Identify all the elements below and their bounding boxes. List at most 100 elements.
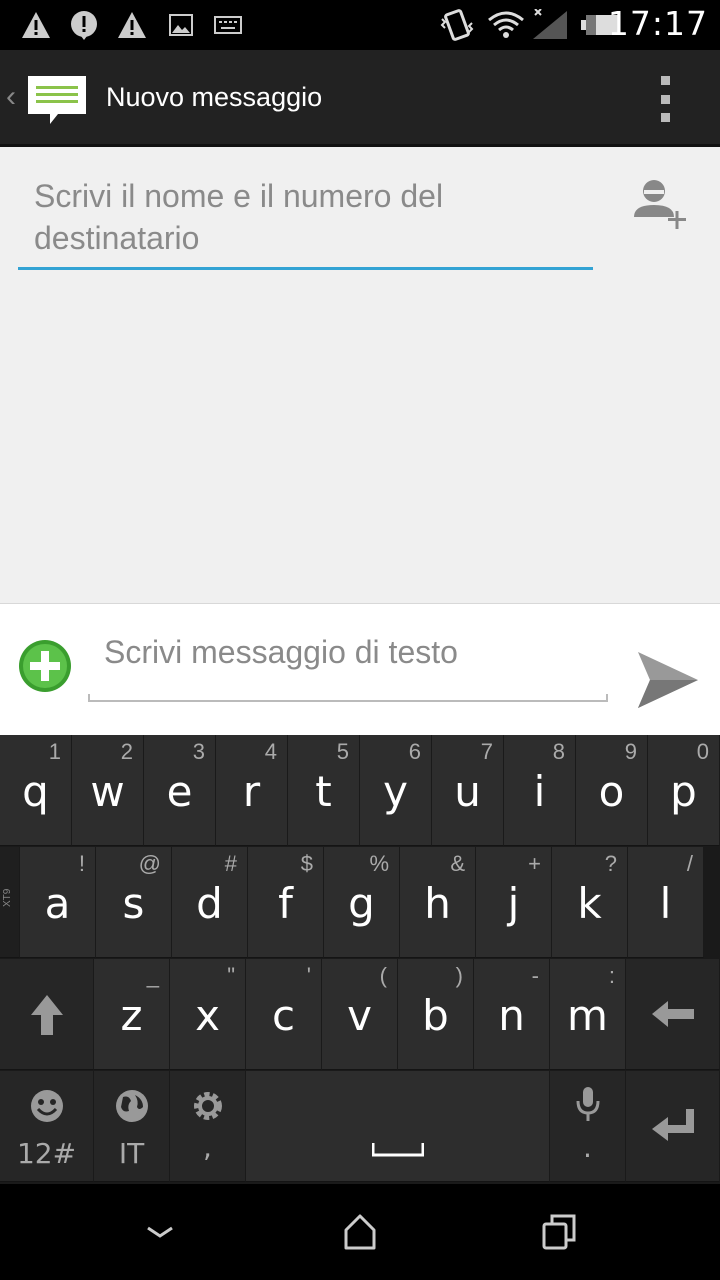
overflow-menu-icon[interactable]	[658, 76, 672, 122]
settings-key[interactable]: ,	[170, 1071, 246, 1182]
status-bar: 17:17	[0, 0, 720, 50]
voice-key[interactable]: .	[550, 1071, 626, 1182]
key-f[interactable]: $ f	[248, 847, 324, 958]
key-m[interactable]: :m	[550, 959, 626, 1070]
key-h[interactable]: & h	[400, 847, 476, 958]
alert-icon	[68, 10, 100, 40]
key-label: i	[533, 767, 546, 816]
key-x[interactable]: " x	[170, 959, 246, 1070]
symbols-key[interactable]: 12#	[0, 1071, 94, 1182]
key-r[interactable]: 4r	[216, 735, 288, 846]
key-secondary-label: ?	[604, 851, 617, 876]
key-label: u	[454, 767, 481, 816]
key-secondary-label: +	[528, 851, 541, 876]
keyboard-row-4: 12# IT , .	[0, 1071, 720, 1183]
key-c[interactable]: ' c	[246, 959, 322, 1070]
key-t[interactable]: 5t	[288, 735, 360, 846]
key-label: l	[659, 879, 672, 928]
key-z[interactable]: _ z	[94, 959, 170, 1070]
key-secondary-label: :	[608, 963, 615, 988]
key-label: c	[271, 991, 296, 1040]
microphone-icon	[576, 1087, 600, 1121]
key-label: h	[424, 879, 451, 928]
up-caret-icon[interactable]: ‹	[6, 80, 16, 114]
key-e[interactable]: 3e	[144, 735, 216, 846]
key-y[interactable]: 6y	[360, 735, 432, 846]
key-s[interactable]: @ s	[96, 847, 172, 958]
attach-plus-icon[interactable]	[17, 638, 73, 694]
key-secondary-label: @	[138, 851, 161, 876]
key-label: t	[315, 767, 332, 816]
gear-icon	[194, 1092, 222, 1120]
signal-icon	[530, 9, 570, 40]
language-key[interactable]: IT	[94, 1071, 170, 1182]
space-key[interactable]	[246, 1071, 550, 1182]
warning-icon	[20, 10, 52, 40]
key-label: e	[166, 767, 193, 816]
key-secondary-label: 0	[696, 739, 709, 764]
space-bar-icon	[372, 1143, 424, 1157]
action-bar: ‹ Nuovo messaggio	[0, 50, 720, 147]
messages-icon[interactable]	[26, 74, 88, 126]
key-secondary-label: 4	[264, 739, 277, 764]
key-label: o	[598, 767, 625, 816]
key-p[interactable]: 0p	[648, 735, 720, 846]
recent-apps-icon[interactable]	[540, 1212, 580, 1252]
key-secondary-label: -	[531, 963, 539, 988]
key-v[interactable]: (v	[322, 959, 398, 1070]
key-w[interactable]: 2w	[72, 735, 144, 846]
back-chevron-icon[interactable]	[140, 1212, 180, 1252]
backspace-icon	[652, 1001, 694, 1027]
recipient-placeholder: Scrivi il nome e il numero del destinata…	[34, 178, 444, 256]
key-n[interactable]: -n	[474, 959, 550, 1070]
page-title: Nuovo messaggio	[106, 82, 323, 112]
recipient-input[interactable]: Scrivi il nome e il numero del destinata…	[18, 175, 593, 270]
send-icon[interactable]	[636, 648, 700, 712]
key-k[interactable]: ? k	[552, 847, 628, 958]
key-label: x	[195, 991, 220, 1040]
keyboard-icon	[214, 10, 242, 40]
message-input[interactable]: Scrivi messaggio di testo	[88, 632, 608, 702]
key-secondary-label: )	[455, 963, 463, 988]
key-secondary-label: 1	[48, 739, 61, 764]
key-a[interactable]: ! a	[20, 847, 96, 958]
add-contact-icon[interactable]	[630, 175, 690, 235]
keyboard-row-1: 1q2w3e4r5t6y7u8i9o0p	[0, 735, 720, 847]
key-secondary-label: %	[369, 851, 389, 876]
shift-key[interactable]	[0, 959, 94, 1070]
key-secondary-label: !	[78, 851, 85, 876]
key-l[interactable]: / l	[628, 847, 704, 958]
key-j[interactable]: + j	[476, 847, 552, 958]
key-secondary-label: 3	[192, 739, 205, 764]
key-o[interactable]: 9o	[576, 735, 648, 846]
key-label: s	[122, 879, 145, 928]
key-label: f	[278, 879, 293, 928]
xt9-label: XT9	[2, 888, 13, 907]
backspace-key[interactable]	[626, 959, 720, 1070]
key-label: k	[577, 879, 602, 928]
key-d[interactable]: # d	[172, 847, 248, 958]
key-secondary-label: _	[146, 963, 159, 988]
keyboard-row-3: _ z " x ' c(v) b - n: m	[0, 959, 720, 1071]
key-b[interactable]: ) b	[398, 959, 474, 1070]
warning-icon	[116, 10, 148, 40]
key-secondary-label: 6	[408, 739, 421, 764]
key-label: q	[22, 767, 49, 816]
key-q[interactable]: 1q	[0, 735, 72, 846]
home-icon[interactable]	[340, 1212, 380, 1252]
key-secondary-label: $	[300, 851, 313, 876]
key-u[interactable]: 7u	[432, 735, 504, 846]
globe-icon	[116, 1090, 148, 1122]
key-label: b	[422, 991, 449, 1040]
key-label: d	[196, 879, 223, 928]
smiley-icon	[31, 1090, 63, 1122]
enter-icon	[652, 1109, 694, 1141]
language-label: IT	[118, 1137, 145, 1170]
key-label: w	[90, 767, 125, 816]
key-secondary-label: #	[224, 851, 237, 876]
key-g[interactable]: % g	[324, 847, 400, 958]
enter-key[interactable]	[626, 1071, 720, 1182]
comma-label: ,	[203, 1131, 212, 1164]
key-label: v	[347, 991, 372, 1040]
key-i[interactable]: 8i	[504, 735, 576, 846]
